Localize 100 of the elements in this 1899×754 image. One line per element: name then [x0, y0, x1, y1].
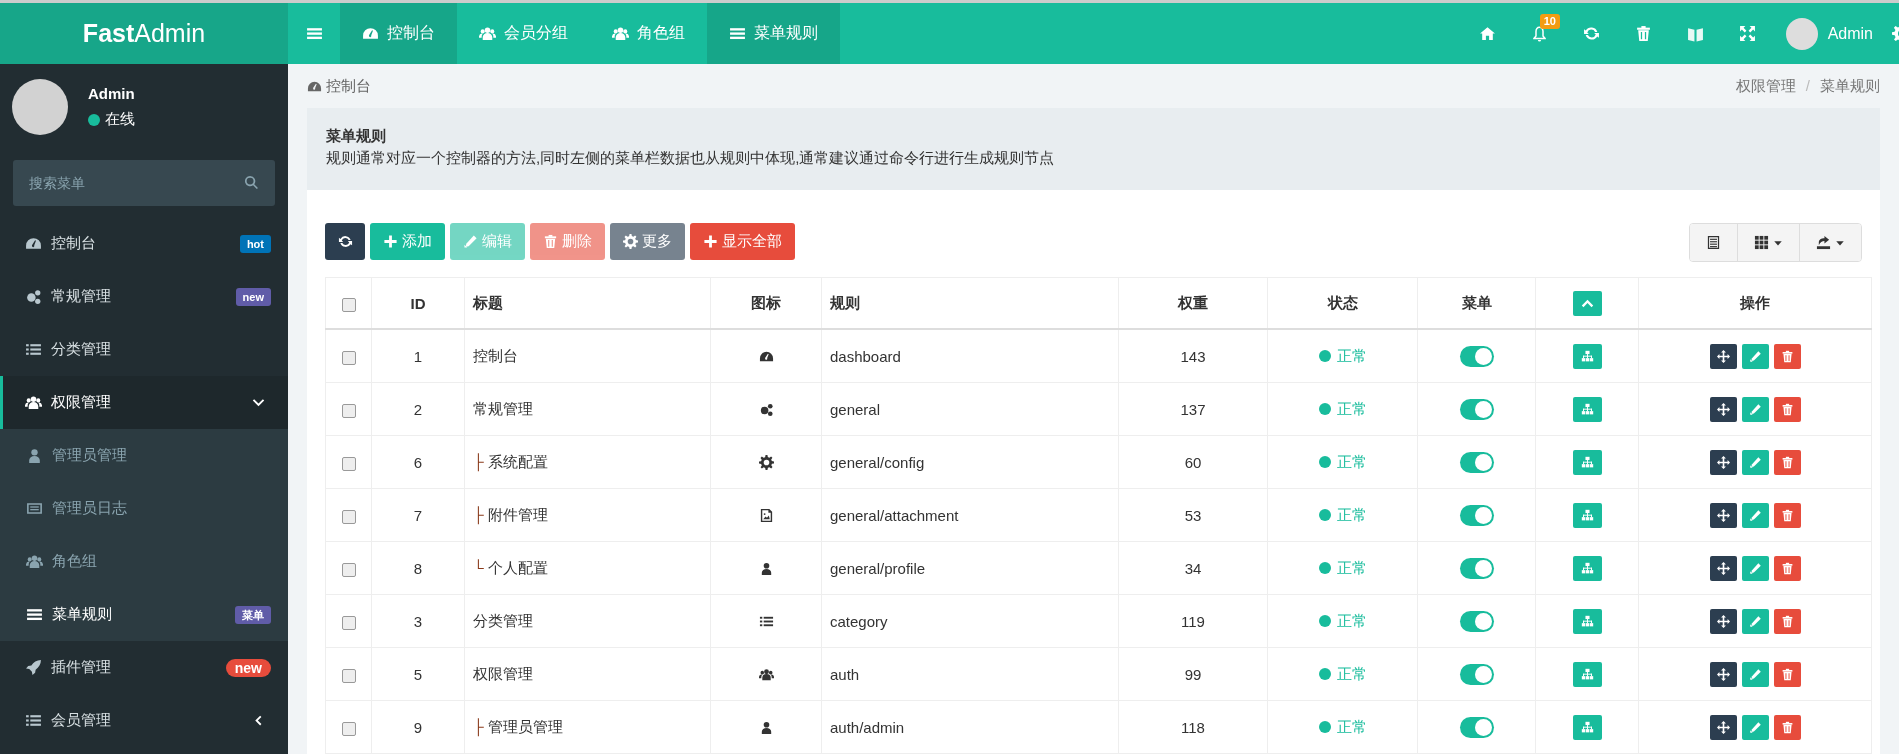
nav-tab[interactable]: 会员分组	[457, 3, 590, 64]
menu-icon	[26, 606, 43, 623]
children-button[interactable]	[1572, 608, 1602, 634]
menu-toggle[interactable]	[1459, 451, 1494, 473]
user-name[interactable]: Admin	[1827, 24, 1873, 43]
children-button[interactable]	[1572, 502, 1602, 528]
sidebar-item[interactable]: 插件管理 new	[0, 641, 288, 694]
table-cell: dashboard	[821, 329, 1119, 383]
collapse-all-button[interactable]	[1572, 290, 1602, 316]
menu-toggle[interactable]	[1459, 557, 1494, 579]
drag-button[interactable]	[1709, 343, 1737, 369]
move-icon	[1716, 614, 1730, 628]
plus-icon	[383, 234, 398, 249]
drag-button[interactable]	[1709, 714, 1737, 740]
nav-tab[interactable]: 菜单规则	[707, 3, 840, 64]
status-text: 正常	[1336, 346, 1367, 366]
drag-button[interactable]	[1709, 661, 1737, 687]
menu-toggle[interactable]	[1459, 398, 1494, 420]
select-all-checkbox[interactable]	[341, 297, 356, 312]
column-header: ID	[371, 277, 465, 329]
show-all-button[interactable]: 显示全部	[690, 223, 795, 260]
row-checkbox[interactable]	[341, 456, 356, 471]
pencil-icon	[1748, 349, 1762, 363]
children-button[interactable]	[1572, 449, 1602, 475]
row-checkbox[interactable]	[341, 509, 356, 524]
sidebar-item[interactable]: 分类管理	[0, 323, 288, 376]
row-checkbox[interactable]	[341, 403, 356, 418]
pencil-icon	[1748, 614, 1762, 628]
search-field[interactable]: 搜索菜单	[13, 160, 275, 206]
sidebar-item[interactable]: 常规管理 new	[0, 270, 288, 323]
pencil-icon	[1748, 720, 1762, 734]
delete-button[interactable]	[1773, 449, 1801, 475]
search-icon[interactable]	[244, 175, 259, 190]
drag-button[interactable]	[1709, 396, 1737, 422]
children-button[interactable]	[1572, 555, 1602, 581]
row-checkbox[interactable]	[341, 615, 356, 630]
more-button[interactable]: 更多	[610, 223, 685, 260]
children-button[interactable]	[1572, 661, 1602, 687]
breadcrumb-link[interactable]: 菜单规则	[1820, 76, 1880, 96]
list-icon	[25, 712, 42, 729]
row-checkbox[interactable]	[341, 721, 356, 736]
status-text: 在线	[105, 110, 135, 129]
sidebar-item[interactable]: 权限管理	[0, 376, 288, 429]
drag-button[interactable]	[1709, 608, 1737, 634]
breadcrumb-link[interactable]: 权限管理	[1735, 76, 1796, 96]
drag-button[interactable]	[1709, 449, 1737, 475]
table-cell: general	[821, 382, 1119, 436]
trash-icon	[543, 234, 558, 249]
users-icon	[758, 666, 774, 682]
menu-toggle[interactable]	[1459, 504, 1494, 526]
sidebar-item[interactable]: 管理员管理	[0, 429, 288, 482]
refresh-button[interactable]	[325, 223, 365, 260]
delete-button[interactable]	[1773, 714, 1801, 740]
table-cell: 137	[1118, 382, 1268, 436]
delete-button[interactable]	[1773, 608, 1801, 634]
table-cell: ├ 管理员管理	[464, 700, 711, 754]
hierarchy-icon	[1580, 508, 1594, 522]
menu-badge: new	[235, 287, 271, 306]
columns-button[interactable]	[1737, 224, 1799, 261]
delete-button[interactable]	[1773, 661, 1801, 687]
sidebar-item[interactable]: 控制台 hot	[0, 217, 288, 270]
sidebar-item[interactable]: 管理员日志	[0, 482, 288, 535]
delete-button[interactable]	[1773, 343, 1801, 369]
grid-icon	[1754, 235, 1769, 250]
children-button[interactable]	[1572, 714, 1602, 740]
nav-tab[interactable]: 角色组	[590, 3, 707, 64]
row-checkbox[interactable]	[341, 668, 356, 683]
avatar[interactable]	[1785, 17, 1818, 50]
menu-toggle[interactable]	[1459, 345, 1494, 367]
menu-toggle[interactable]	[1459, 610, 1494, 632]
children-button[interactable]	[1572, 396, 1602, 422]
panel-description: 规则通常对应一个控制器的方法,同时左侧的菜单栏数据也从规则中体现,通常建议通过命令行进行生成规则节点	[326, 149, 1056, 168]
delete-button[interactable]	[1773, 396, 1801, 422]
menu-toggle[interactable]	[1459, 663, 1494, 685]
export-button[interactable]	[1799, 224, 1861, 261]
menu-badge: new	[225, 658, 271, 677]
menu-toggle[interactable]	[1459, 716, 1494, 738]
children-button[interactable]	[1572, 343, 1602, 369]
move-icon	[1716, 508, 1730, 522]
sidebar-item[interactable]: 角色组	[0, 535, 288, 588]
notifications-button[interactable]: 10	[1513, 3, 1566, 64]
nav-tab[interactable]: 控制台	[340, 3, 457, 64]
table-cell: ├ 附件管理	[464, 488, 711, 542]
status-text: 正常	[1336, 505, 1367, 525]
sidebar-item[interactable]: 菜单规则 菜单	[0, 588, 288, 641]
column-header: 规则	[821, 277, 1119, 329]
drag-button[interactable]	[1709, 502, 1737, 528]
delete-button[interactable]	[1773, 555, 1801, 581]
drag-button[interactable]	[1709, 555, 1737, 581]
card-view-button[interactable]	[1690, 224, 1737, 261]
sidebar-item[interactable]: 会员管理	[0, 694, 288, 747]
logo[interactable]: FastAdmin	[0, 0, 288, 64]
row-checkbox[interactable]	[341, 562, 356, 577]
pencil-icon	[1748, 667, 1762, 681]
table-cell: auth/admin	[821, 700, 1119, 754]
users-icon	[26, 553, 43, 570]
row-checkbox[interactable]	[341, 350, 356, 365]
add-button[interactable]: 添加	[370, 223, 445, 260]
status-dot	[1318, 668, 1331, 680]
delete-button[interactable]	[1773, 502, 1801, 528]
